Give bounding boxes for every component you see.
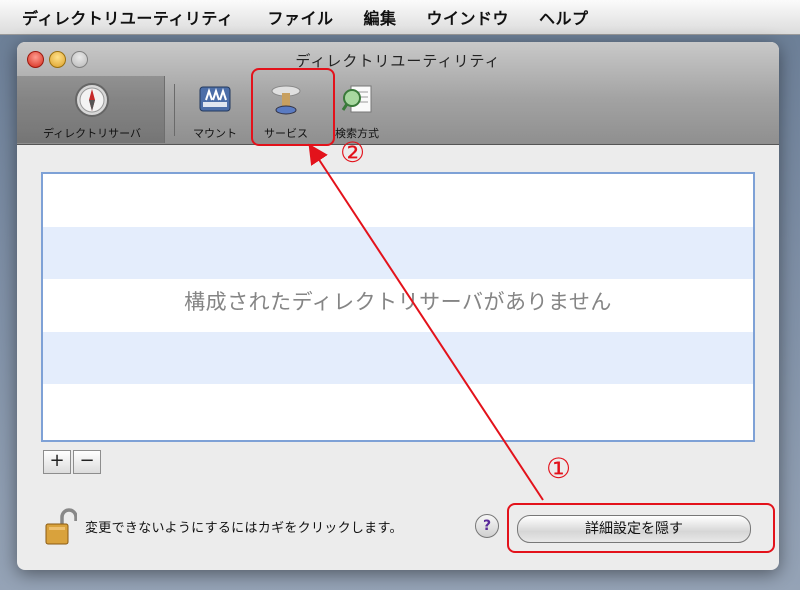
- toolbar-separator: [174, 84, 175, 136]
- directory-server-list[interactable]: 構成されたディレクトリサーバがありません: [41, 172, 755, 442]
- menu-edit[interactable]: 編集: [363, 5, 396, 29]
- directory-utility-window: ディレクトリユーティリティ ディレクトリサーバ マウント サービス 検索方式 構…: [17, 42, 779, 570]
- menu-window[interactable]: ウインドウ: [427, 5, 510, 29]
- remove-button[interactable]: −: [73, 450, 101, 474]
- menu-help[interactable]: ヘルプ: [539, 5, 589, 29]
- help-button[interactable]: ?: [475, 514, 499, 538]
- annotation-box-services: [251, 68, 335, 146]
- menu-app-name[interactable]: ディレクトリユーティリティ: [22, 5, 233, 29]
- list-row: [43, 174, 753, 227]
- compass-icon: [75, 83, 109, 117]
- mount-icon: [199, 86, 231, 112]
- annotation-box-advanced: [507, 503, 775, 553]
- list-row: [43, 384, 753, 437]
- empty-list-message: 構成されたディレクトリサーバがありません: [184, 290, 612, 314]
- list-row: [43, 226, 753, 280]
- annotation-step-1: ①: [546, 452, 572, 485]
- menu-file[interactable]: ファイル: [267, 5, 333, 29]
- window-title: ディレクトリユーティリティ: [295, 52, 501, 70]
- toolbar-item-directory-servers[interactable]: ディレクトリサーバ: [27, 82, 157, 141]
- search-policy-icon: [341, 85, 372, 113]
- toolbar-item-mount[interactable]: マウント: [185, 82, 245, 141]
- toolbar: ディレクトリユーティリティ ディレクトリサーバ マウント サービス 検索方式: [17, 42, 779, 145]
- annotation-step-2: ②: [340, 136, 366, 169]
- toolbar-item-label: ディレクトリサーバ: [42, 127, 142, 140]
- lock-icon: [45, 508, 78, 545]
- lock-button[interactable]: [45, 507, 78, 551]
- lock-description: 変更できないようにするにはカギをクリックします。: [85, 521, 403, 536]
- add-button[interactable]: +: [43, 450, 71, 474]
- toolbar-item-label: マウント: [193, 127, 237, 140]
- menu-bar: ディレクトリユーティリティ ファイル 編集 ウインドウ ヘルプ: [0, 0, 800, 35]
- list-row: [43, 331, 753, 385]
